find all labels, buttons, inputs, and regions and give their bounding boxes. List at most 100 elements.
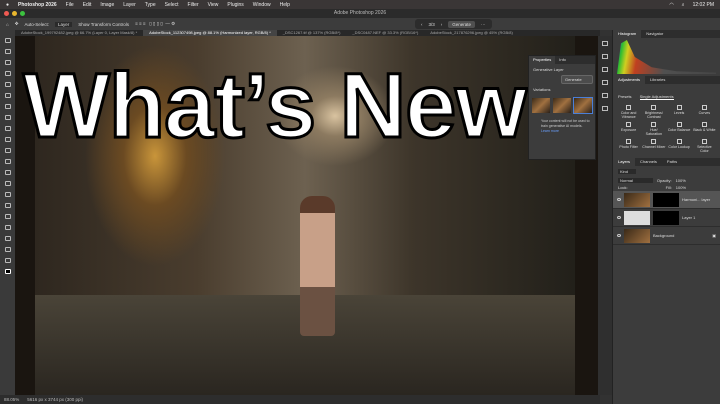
tab-layers[interactable]: Layers: [613, 158, 635, 166]
visibility-eye-icon[interactable]: [617, 216, 621, 219]
people-dock-icon[interactable]: [602, 67, 608, 72]
variations-header[interactable]: Variations: [529, 84, 595, 95]
zoom-tool-icon[interactable]: [5, 258, 11, 263]
adj-color-vibrance[interactable]: Color and Vibrance: [617, 105, 640, 119]
auto-select-checkbox[interactable]: Auto-Select:: [25, 22, 50, 27]
blend-mode-dropdown[interactable]: Normal: [618, 178, 653, 183]
adj-channel-mixer[interactable]: Channel Mixer: [642, 139, 665, 153]
adj-levels[interactable]: Levels: [668, 105, 691, 119]
lasso-tool-icon[interactable]: [5, 60, 11, 65]
pen-tool-icon[interactable]: [5, 203, 11, 208]
adj-curves[interactable]: Curves: [693, 105, 716, 119]
move-tool-icon[interactable]: ✥: [15, 21, 19, 27]
menu-plugins[interactable]: Plugins: [227, 2, 243, 8]
clone-stamp-icon[interactable]: [5, 137, 11, 142]
visibility-eye-icon[interactable]: [617, 198, 621, 201]
wifi-icon[interactable]: ◠: [669, 2, 673, 8]
menu-image[interactable]: Image: [100, 2, 114, 8]
adj-black-white[interactable]: Black & White: [693, 122, 716, 136]
properties-dock-icon[interactable]: [602, 41, 608, 46]
tab-histogram[interactable]: Histogram: [613, 30, 641, 38]
crop-tool-icon[interactable]: [5, 82, 11, 87]
info-dock-icon[interactable]: [602, 54, 608, 59]
type-tool-icon[interactable]: [5, 214, 11, 219]
menu-app[interactable]: Photoshop 2026: [18, 2, 57, 8]
tab-channels[interactable]: Channels: [635, 158, 662, 166]
tab-navigator[interactable]: Navigator: [641, 30, 668, 38]
tab-info[interactable]: Info: [555, 56, 570, 64]
menu-filter[interactable]: Filter: [188, 2, 199, 8]
tab-adjustments[interactable]: Adjustments: [613, 76, 645, 84]
fill-field[interactable]: 100%: [676, 185, 686, 190]
brush-tool-icon[interactable]: [5, 126, 11, 131]
minimize-button[interactable]: [12, 11, 17, 16]
zoom-button[interactable]: [20, 11, 25, 16]
opacity-field[interactable]: 100%: [676, 178, 686, 183]
eraser-icon[interactable]: [5, 159, 11, 164]
filter-kind-dropdown[interactable]: Kind: [618, 169, 636, 174]
apple-icon[interactable]: ●: [6, 2, 9, 8]
marquee-tool-icon[interactable]: [5, 49, 11, 54]
variation-thumb-1[interactable]: [532, 98, 550, 113]
tab-paths[interactable]: Paths: [662, 158, 682, 166]
adj-exposure[interactable]: Exposure: [617, 122, 640, 136]
doc-info[interactable]: 5616 px x 3744 px (300 ppi): [27, 395, 83, 404]
adj-photo-filter[interactable]: Photo Filter: [617, 139, 640, 153]
adj-color-lookup[interactable]: Color Lookup: [668, 139, 691, 153]
menu-select[interactable]: Select: [165, 2, 179, 8]
healing-brush-icon[interactable]: [5, 115, 11, 120]
eyedropper-icon[interactable]: [5, 104, 11, 109]
menu-type[interactable]: Type: [145, 2, 156, 8]
search-icon[interactable]: ⌕: [682, 2, 685, 8]
character-dock-icon[interactable]: [602, 80, 608, 85]
adj-color-balance[interactable]: Color Balance: [668, 122, 691, 136]
blur-tool-icon[interactable]: [5, 181, 11, 186]
adj-brightness-contrast[interactable]: Brightness/ Contrast: [642, 105, 665, 119]
align-icons[interactable]: ≡ ≡ ≡ ▯ ▯ ▯ ▯ — ⚙: [135, 21, 175, 27]
layer-row-background[interactable]: Background▣: [613, 227, 720, 245]
layer-row-layer1[interactable]: Layer 1: [613, 209, 720, 227]
shape-tool-icon[interactable]: [5, 236, 11, 241]
home-icon[interactable]: ⌂: [6, 22, 9, 27]
document-canvas[interactable]: What’s New?: [15, 36, 598, 395]
generate-panel-button[interactable]: Generate: [561, 75, 593, 84]
clock[interactable]: 12:02 PM: [693, 2, 714, 8]
history-brush-icon[interactable]: [5, 148, 11, 153]
menu-file[interactable]: File: [66, 2, 74, 8]
brush-dock-icon[interactable]: [602, 106, 608, 111]
tab-single-adjustments[interactable]: Single Adjustments: [640, 94, 674, 100]
more-button[interactable]: ···: [481, 22, 486, 27]
path-select-icon[interactable]: [5, 225, 11, 230]
close-button[interactable]: [4, 11, 9, 16]
menu-layer[interactable]: Layer: [123, 2, 136, 8]
menu-view[interactable]: View: [208, 2, 219, 8]
tab-properties[interactable]: Properties: [529, 56, 555, 64]
adj-selective-color[interactable]: Selective Color: [693, 139, 716, 153]
layer-row-harmonized[interactable]: Harmoni... layer: [613, 191, 720, 209]
move-tool-icon[interactable]: [5, 38, 11, 43]
prev-icon[interactable]: ‹: [421, 22, 423, 27]
adj-hue-saturation[interactable]: Hue/ Saturation: [642, 122, 665, 136]
learn-more-link[interactable]: Learn more: [541, 129, 559, 133]
variation-thumb-3[interactable]: [574, 98, 592, 113]
menu-window[interactable]: Window: [253, 2, 271, 8]
color-swatches-icon[interactable]: [5, 269, 11, 274]
next-icon[interactable]: ›: [441, 22, 443, 27]
show-transform-checkbox[interactable]: Show Transform Controls: [78, 22, 129, 27]
frame-tool-icon[interactable]: [5, 93, 11, 98]
tab-presets[interactable]: Presets: [618, 94, 632, 100]
generate-button[interactable]: Generate: [448, 21, 475, 28]
menu-edit[interactable]: Edit: [83, 2, 92, 8]
layer-select-dropdown[interactable]: Layer: [55, 22, 72, 27]
variation-thumb-2[interactable]: [553, 98, 571, 113]
quick-select-icon[interactable]: [5, 71, 11, 76]
visibility-eye-icon[interactable]: [617, 234, 621, 237]
menu-help[interactable]: Help: [280, 2, 290, 8]
dodge-tool-icon[interactable]: [5, 192, 11, 197]
training-note: Your content will not be used to train g…: [541, 119, 590, 128]
tab-libraries[interactable]: Libraries: [645, 76, 670, 84]
zoom-level[interactable]: 88.05%: [4, 395, 19, 404]
hand-tool-icon[interactable]: [5, 247, 11, 252]
gradient-tool-icon[interactable]: [5, 170, 11, 175]
paragraph-dock-icon[interactable]: [602, 93, 608, 98]
